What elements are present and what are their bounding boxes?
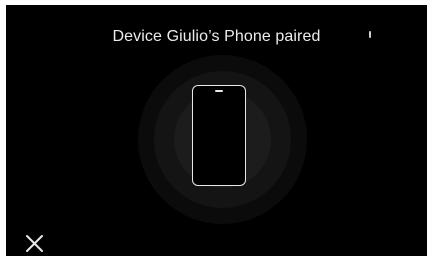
pairing-message: Device Giulio’s Phone paired [112,28,321,45]
phone-icon [192,85,246,186]
close-button[interactable] [24,232,46,254]
status-indicator [369,31,371,38]
close-icon [26,235,43,252]
app-window: Device Giulio’s Phone paired [0,0,433,262]
pairing-dialog: Device Giulio’s Phone paired [6,5,427,256]
phone-speaker [215,90,223,92]
